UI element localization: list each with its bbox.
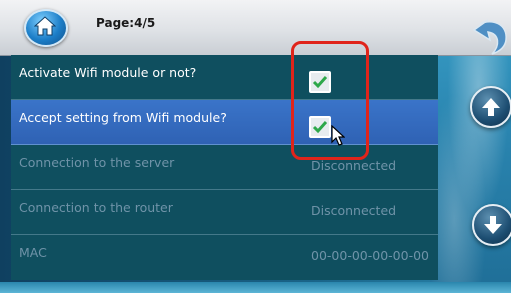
water-bottom-edge — [0, 282, 511, 293]
arrow-down-icon — [484, 216, 502, 234]
page-indicator: Page:4/5 — [96, 16, 156, 30]
mouse-cursor-icon — [331, 125, 345, 146]
back-arrow-icon — [472, 19, 507, 55]
scroll-up-button[interactable] — [470, 86, 511, 128]
setting-value: 00-00-00-00-00-00 — [311, 248, 429, 263]
setting-label: MAC — [19, 245, 47, 260]
setting-row-router-connection: Connection to the router Disconnected — [11, 190, 438, 235]
setting-label: Activate Wifi module or not? — [19, 65, 197, 80]
setting-row-activate-wifi[interactable]: Activate Wifi module or not? — [11, 55, 438, 100]
back-button[interactable] — [470, 16, 511, 56]
setting-label: Accept setting from Wifi module? — [19, 110, 227, 125]
screen: Page:4/5 Activate Wifi module or not? Ac… — [0, 0, 511, 293]
setting-row-server-connection: Connection to the server Disconnected — [11, 145, 438, 190]
settings-list: Activate Wifi module or not? Accept sett… — [11, 41, 438, 282]
setting-row-mac: MAC 00-00-00-00-00-00 — [11, 235, 438, 280]
setting-label: Connection to the server — [19, 155, 175, 170]
setting-label: Connection to the router — [19, 200, 173, 215]
setting-value: Disconnected — [311, 203, 397, 218]
setting-value: Disconnected — [311, 158, 397, 173]
scroll-down-button[interactable] — [472, 204, 511, 246]
arrow-up-icon — [482, 98, 500, 116]
header-bar: Page:4/5 — [0, 0, 511, 56]
home-icon — [34, 16, 56, 36]
setting-row-accept-wifi-settings[interactable]: Accept setting from Wifi module? — [11, 100, 438, 145]
annotation-highlight-box — [291, 41, 369, 160]
home-button[interactable] — [24, 9, 68, 47]
